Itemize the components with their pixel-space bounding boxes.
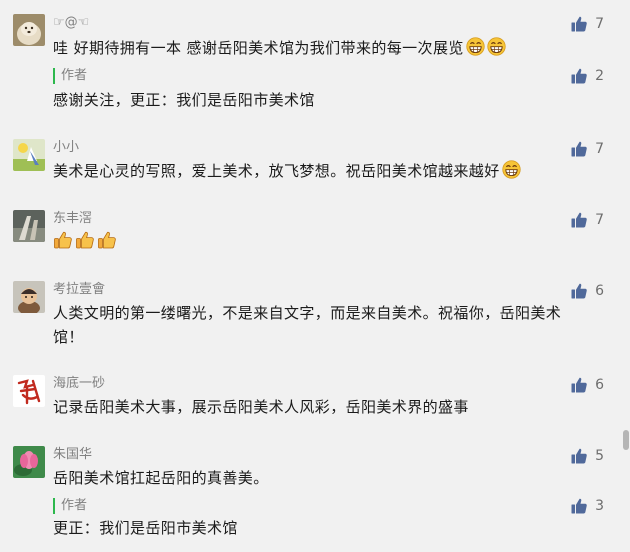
grin-emoji-icon — [466, 37, 485, 56]
like-count: 3 — [595, 498, 604, 514]
like-button[interactable]: 7 — [571, 210, 604, 230]
like-button[interactable]: 6 — [571, 375, 604, 395]
nickname[interactable]: 东丰滘 — [53, 210, 92, 228]
thumbs-up-icon[interactable] — [571, 448, 587, 464]
thumbs-up-icon[interactable] — [571, 141, 587, 157]
thumbs-up-emoji-icon — [53, 230, 73, 250]
thumbs-up-icon[interactable] — [571, 16, 587, 32]
reply-like-button[interactable]: 2 — [571, 66, 604, 86]
comment-text — [53, 230, 605, 254]
comment-text-line-2: 馆！ — [53, 328, 84, 346]
avatar[interactable] — [13, 14, 45, 46]
avatar[interactable] — [13, 281, 45, 313]
thumbs-up-icon[interactable] — [571, 68, 587, 84]
like-count: 7 — [595, 16, 604, 32]
grin-emoji-icon — [487, 37, 506, 56]
nickname[interactable]: ☞@☜ — [53, 14, 89, 32]
like-button[interactable]: 7 — [571, 14, 604, 34]
like-button[interactable]: 5 — [571, 446, 604, 466]
nickname[interactable]: 朱国华 — [53, 446, 92, 464]
scrollbar-thumb[interactable] — [623, 430, 629, 450]
comment-text-content: 哇 好期待拥有一本 感谢岳阳美术馆为我们带来的每一次展览 — [53, 39, 464, 57]
thumbs-up-icon[interactable] — [571, 377, 587, 393]
reply-text: 感谢关注，更正：我们是岳阳市美术馆 — [53, 91, 315, 109]
avatar[interactable] — [13, 139, 45, 171]
grin-emoji-icon — [502, 160, 521, 179]
nickname[interactable]: 考拉壹會 — [53, 281, 105, 299]
thumbs-up-emoji-icon — [97, 230, 117, 250]
like-count: 5 — [595, 448, 604, 464]
thumbs-up-icon[interactable] — [571, 498, 587, 514]
comment-text: 美术是心灵的写照，爱上美术，放飞梦想。祝岳阳美术馆越来越好 — [53, 159, 605, 183]
comment-section: ☞@☜ 7 哇 好期待拥有一本 感谢岳阳美术馆为我们带来的每一次展览 作者 2 … — [0, 0, 630, 552]
thumbs-up-icon[interactable] — [571, 283, 587, 299]
comment-text: 记录岳阳美术大事，展示岳阳美术人风彩，岳阳美术界的盛事 — [53, 398, 469, 416]
like-count: 7 — [595, 212, 604, 228]
avatar[interactable] — [13, 446, 45, 478]
comment-text-line-1: 人类文明的第一缕曙光，不是来自文字，而是来自美术。祝福你，岳阳美术 — [53, 304, 562, 322]
like-count: 2 — [595, 68, 604, 84]
like-count: 7 — [595, 141, 604, 157]
avatar[interactable] — [13, 210, 45, 242]
thumbs-up-icon[interactable] — [571, 212, 587, 228]
reply-like-button[interactable]: 3 — [571, 496, 604, 516]
comment-text-content: 美术是心灵的写照，爱上美术，放飞梦想。祝岳阳美术馆越来越好 — [53, 162, 500, 180]
nickname[interactable]: 小小 — [53, 139, 79, 157]
like-count: 6 — [595, 283, 604, 299]
author-reply-label: 作者 — [53, 498, 87, 514]
comment-text: 哇 好期待拥有一本 感谢岳阳美术馆为我们带来的每一次展览 — [53, 36, 605, 60]
reply-text: 更正：我们是岳阳市美术馆 — [53, 519, 238, 537]
like-button[interactable]: 7 — [571, 139, 604, 159]
like-button[interactable]: 6 — [571, 281, 604, 301]
comment-text: 岳阳美术馆扛起岳阳的真善美。 — [53, 469, 269, 487]
nickname[interactable]: 海底一砂 — [53, 375, 105, 393]
author-reply-label: 作者 — [53, 68, 87, 84]
thumbs-up-emoji-icon — [75, 230, 95, 250]
like-count: 6 — [595, 377, 604, 393]
avatar[interactable] — [13, 375, 45, 407]
